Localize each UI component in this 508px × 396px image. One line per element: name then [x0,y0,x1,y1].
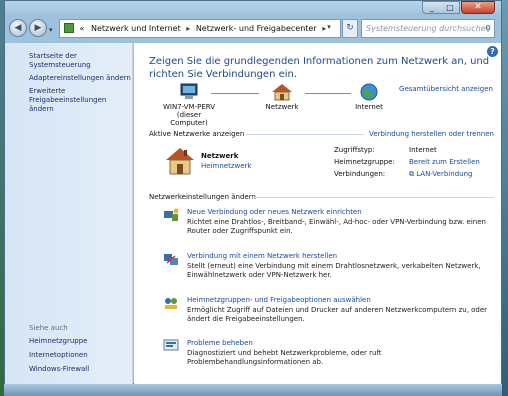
sidebar-item-adapter[interactable]: Adaptereinstellungen ändern [29,74,131,83]
access-type-value: Internet [409,146,437,154]
history-dropdown[interactable]: ▾ [49,26,53,34]
computer-icon [180,83,198,99]
divider [252,197,494,198]
task-troubleshoot: Probleme beheben Diagnostiziert und behe… [149,339,494,373]
internet-node[interactable]: Internet [349,83,389,111]
task-troubleshoot-desc: Diagnostiziert und behebt Netzwerkproble… [187,349,382,366]
sidebar: Startseite der Systemsteuerung Adapterei… [5,43,133,384]
forward-arrow-icon[interactable]: ▶ [29,19,47,37]
lan-connection-link[interactable]: ⧉ LAN-Verbindung [409,168,472,180]
sidebar-home-link[interactable]: Startseite der Systemsteuerung [29,52,132,70]
task-new-connection-desc: Richtet eine Drahtlos-, Breitband-, Einw… [187,218,486,235]
overview-link[interactable]: Gesamtübersicht anzeigen [399,85,493,93]
main-content: ? Zeigen Sie die grundlegenden Informati… [134,43,501,384]
close-button[interactable]: ✕ [461,1,495,14]
control-panel-icon [64,23,74,33]
see-also-heading: Siehe auch [29,324,68,332]
divider [246,134,364,135]
navigation-bar: ◀ ▶ ▾ « Netzwerk und Internet ▸ Netzwerk… [5,15,501,43]
back-arrow-icon[interactable]: ◀ [9,19,27,37]
search-placeholder: Systemsteuerung durchsuchen [366,24,491,33]
address-bar[interactable]: « Netzwerk und Internet ▸ Netzwerk- und … [59,19,341,38]
search-input[interactable]: Systemsteuerung durchsuchen ⚲ [361,19,495,38]
task-new-connection: Neue Verbindung oder neues Netzwerk einr… [149,208,494,242]
active-networks-header: Aktive Netzwerke anzeigen Verbindung her… [149,130,494,140]
house-icon [272,84,292,101]
network-node[interactable]: Netzwerk [257,83,307,111]
task-connect-network: Verbindung mit einem Netzwerk herstellen… [149,252,494,286]
explorer-window: _ □ ✕ ◀ ▶ ▾ « Netzwerk und Internet ▸ Ne… [4,0,502,384]
internet-label: Internet [355,103,383,111]
computer-sub: (dieser Computer) [170,111,208,127]
settings-header: Netzwerkeinstellungen ändern [149,193,256,201]
homegroup-label: Heimnetzgruppe: [334,158,395,166]
refresh-button[interactable]: ↻ [342,19,358,38]
computer-name: WIN7-VM-PERV [162,103,216,111]
globe-icon [360,83,378,101]
sidebar-item-homegroup[interactable]: Heimnetzgruppe [29,337,87,346]
sidebar-item-internet-options[interactable]: Internetoptionen [29,351,88,360]
connect-disconnect-link[interactable]: Verbindung herstellen oder trennen [369,130,494,138]
maximize-button[interactable]: □ [441,2,459,13]
computer-node[interactable]: WIN7-VM-PERV (dieser Computer) [159,83,219,127]
access-type-row: Zugriffstyp: Internet [334,144,494,156]
breadcrumb-separator[interactable]: ▸ [186,24,190,33]
network-label: Netzwerk [265,103,299,111]
network-type-link[interactable]: Heimnetzwerk [201,162,251,170]
desktop-edge-right [502,0,508,396]
taskbar-strip [4,384,502,396]
minimize-button[interactable]: _ [423,2,441,13]
page-title: Zeigen Sie die grundlegenden Information… [149,56,490,80]
sidebar-item-sharing[interactable]: Erweiterte Freigabeeinstellungen ändern [29,87,129,114]
task-troubleshoot-link[interactable]: Probleme beheben [187,339,253,347]
troubleshoot-icon [163,339,179,351]
task-connect-network-link[interactable]: Verbindung mit einem Netzwerk herstellen [187,252,337,260]
sidebar-item-firewall[interactable]: Windows-Firewall [29,365,89,374]
connections-row: Verbindungen: ⧉ LAN-Verbindung [334,168,494,180]
link-line [305,93,351,94]
search-icon[interactable]: ⚲ [485,20,491,37]
active-network-panel: Netzwerk Heimnetzwerk Zugriffstyp: Inter… [149,142,494,187]
window-controls: _ □ [422,1,460,14]
active-networks-title: Aktive Netzwerke anzeigen [149,130,245,138]
breadcrumb-chevron[interactable]: « [80,24,85,33]
homegroup-value-link[interactable]: Bereit zum Erstellen [409,156,480,168]
lan-connection-label: LAN-Verbindung [416,170,473,178]
connections-label: Verbindungen: [334,170,386,178]
breadcrumb-network-internet[interactable]: Netzwerk und Internet [91,24,181,33]
link-line [211,93,259,94]
task-homegroup-sharing: Heimnetzgruppen- und Freigabeoptionen au… [149,296,494,330]
task-connect-network-desc: Stellt (erneut) eine Verbindung mit eine… [187,262,481,279]
active-network-name: Netzwerk [201,152,239,160]
house-icon [166,148,194,175]
connect-network-icon [164,254,178,265]
task-homegroup-sharing-desc: Ermöglicht Zugriff auf Dateien und Druck… [187,306,488,323]
homegroup-row: Heimnetzgruppe: Bereit zum Erstellen [334,156,494,168]
new-connection-icon [164,208,179,221]
task-new-connection-link[interactable]: Neue Verbindung oder neues Netzwerk einr… [187,208,362,216]
task-homegroup-sharing-link[interactable]: Heimnetzgruppen- und Freigabeoptionen au… [187,296,371,304]
homegroup-icon [165,298,177,309]
address-dropdown[interactable]: ▾ [323,19,335,36]
access-type-label: Zugriffstyp: [334,146,375,154]
breadcrumb-network-center[interactable]: Netzwerk- und Freigabecenter [196,24,317,33]
